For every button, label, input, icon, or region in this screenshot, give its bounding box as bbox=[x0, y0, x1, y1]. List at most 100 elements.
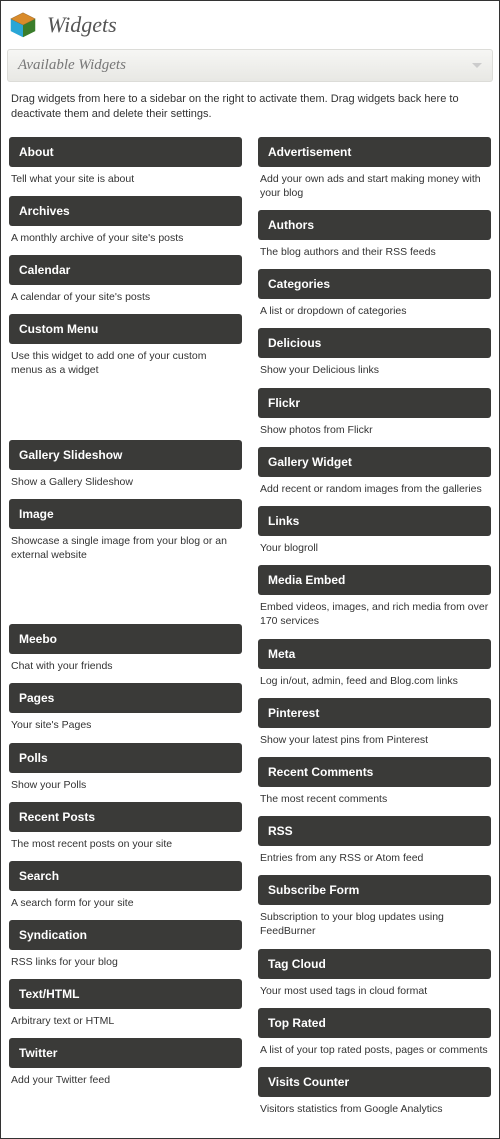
app-logo-icon bbox=[9, 11, 37, 39]
widget-item: MetaLog in/out, admin, feed and Blog.com… bbox=[258, 639, 491, 688]
widget-item: Gallery SlideshowShow a Gallery Slidesho… bbox=[9, 440, 242, 489]
widget-item: Text/HTMLArbitrary text or HTML bbox=[9, 979, 242, 1028]
widget-description: A list or dropdown of categories bbox=[258, 299, 491, 318]
widget-description: Show a Gallery Slideshow bbox=[9, 470, 242, 489]
widget-item: TwitterAdd your Twitter feed bbox=[9, 1038, 242, 1087]
widget-item: ArchivesA monthly archive of your site's… bbox=[9, 196, 242, 245]
widget-item: DeliciousShow your Delicious links bbox=[258, 328, 491, 377]
widget-description: Add your own ads and start making money … bbox=[258, 167, 491, 200]
widget-title[interactable]: Authors bbox=[258, 210, 491, 240]
widget-item: ImageShowcase a single image from your b… bbox=[9, 499, 242, 562]
widget-item: SearchA search form for your site bbox=[9, 861, 242, 910]
widget-item: MeeboChat with your friends bbox=[9, 624, 242, 673]
widget-item: Recent CommentsThe most recent comments bbox=[258, 757, 491, 806]
widget-item: Visits CounterVisitors statistics from G… bbox=[258, 1067, 491, 1116]
widget-title[interactable]: Delicious bbox=[258, 328, 491, 358]
widget-title[interactable]: Syndication bbox=[9, 920, 242, 950]
widgets-column-right: AdvertisementAdd your own ads and start … bbox=[258, 137, 491, 1126]
widget-description: Your site's Pages bbox=[9, 713, 242, 732]
widget-item: LinksYour blogroll bbox=[258, 506, 491, 555]
widget-description: RSS links for your blog bbox=[9, 950, 242, 969]
widget-description: The most recent comments bbox=[258, 787, 491, 806]
page-container: Widgets Available Widgets Drag widgets f… bbox=[0, 0, 500, 1139]
widget-description: Entries from any RSS or Atom feed bbox=[258, 846, 491, 865]
widget-item: Recent PostsThe most recent posts on you… bbox=[9, 802, 242, 851]
widgets-columns: AboutTell what your site is about Archive… bbox=[7, 137, 493, 1132]
widget-item: Gallery WidgetAdd recent or random image… bbox=[258, 447, 491, 496]
widget-title[interactable]: Recent Comments bbox=[258, 757, 491, 787]
widget-description: Your most used tags in cloud format bbox=[258, 979, 491, 998]
widget-title[interactable]: Links bbox=[258, 506, 491, 536]
column-spacer bbox=[9, 572, 242, 624]
panel-header[interactable]: Available Widgets bbox=[7, 49, 493, 82]
widget-item: CalendarA calendar of your site's posts bbox=[9, 255, 242, 304]
widget-description: Embed videos, images, and rich media fro… bbox=[258, 595, 491, 628]
widget-item: FlickrShow photos from Flickr bbox=[258, 388, 491, 437]
widget-title[interactable]: Top Rated bbox=[258, 1008, 491, 1038]
widget-description: Show photos from Flickr bbox=[258, 418, 491, 437]
widget-description: Show your latest pins from Pinterest bbox=[258, 728, 491, 747]
widget-description: Show your Polls bbox=[9, 773, 242, 792]
widget-description: Visitors statistics from Google Analytic… bbox=[258, 1097, 491, 1116]
widget-description: A calendar of your site's posts bbox=[9, 285, 242, 304]
column-spacer bbox=[9, 388, 242, 440]
widget-title[interactable]: Gallery Widget bbox=[258, 447, 491, 477]
widget-item: Tag CloudYour most used tags in cloud fo… bbox=[258, 949, 491, 998]
widget-item: SyndicationRSS links for your blog bbox=[9, 920, 242, 969]
widget-title[interactable]: Media Embed bbox=[258, 565, 491, 595]
widget-title[interactable]: Meebo bbox=[9, 624, 242, 654]
widget-item: AdvertisementAdd your own ads and start … bbox=[258, 137, 491, 200]
widget-item: PollsShow your Polls bbox=[9, 743, 242, 792]
widget-title[interactable]: Calendar bbox=[9, 255, 242, 285]
widget-title[interactable]: Polls bbox=[9, 743, 242, 773]
panel-intro: Drag widgets from here to a sidebar on t… bbox=[7, 82, 493, 137]
widget-title[interactable]: Categories bbox=[258, 269, 491, 299]
widget-description: Arbitrary text or HTML bbox=[9, 1009, 242, 1028]
widgets-column-left: AboutTell what your site is about Archive… bbox=[9, 137, 242, 1126]
widget-title[interactable]: Pages bbox=[9, 683, 242, 713]
panel-title: Available Widgets bbox=[18, 57, 126, 74]
widget-description: Use this widget to add one of your custo… bbox=[9, 344, 242, 377]
widget-title[interactable]: RSS bbox=[258, 816, 491, 846]
page-header: Widgets bbox=[7, 7, 493, 49]
widget-title[interactable]: Custom Menu bbox=[9, 314, 242, 344]
widget-title[interactable]: Meta bbox=[258, 639, 491, 669]
chevron-down-icon bbox=[472, 63, 482, 68]
widget-title[interactable]: Recent Posts bbox=[9, 802, 242, 832]
widget-description: The blog authors and their RSS feeds bbox=[258, 240, 491, 259]
widget-description: A monthly archive of your site's posts bbox=[9, 226, 242, 245]
widget-title[interactable]: Advertisement bbox=[258, 137, 491, 167]
widget-description: Show your Delicious links bbox=[258, 358, 491, 377]
widget-title[interactable]: Subscribe Form bbox=[258, 875, 491, 905]
widget-title[interactable]: Gallery Slideshow bbox=[9, 440, 242, 470]
widget-title[interactable]: Image bbox=[9, 499, 242, 529]
widget-description: The most recent posts on your site bbox=[9, 832, 242, 851]
widget-item: Top RatedA list of your top rated posts,… bbox=[258, 1008, 491, 1057]
widget-title[interactable]: About bbox=[9, 137, 242, 167]
widget-title[interactable]: Search bbox=[9, 861, 242, 891]
widget-title[interactable]: Tag Cloud bbox=[258, 949, 491, 979]
widget-item: Media EmbedEmbed videos, images, and ric… bbox=[258, 565, 491, 628]
widget-title[interactable]: Visits Counter bbox=[258, 1067, 491, 1097]
widget-item: CategoriesA list or dropdown of categori… bbox=[258, 269, 491, 318]
widget-title[interactable]: Flickr bbox=[258, 388, 491, 418]
widget-description: Subscription to your blog updates using … bbox=[258, 905, 491, 938]
widget-description: Log in/out, admin, feed and Blog.com lin… bbox=[258, 669, 491, 688]
widget-description: Tell what your site is about bbox=[9, 167, 242, 186]
widget-item: PagesYour site's Pages bbox=[9, 683, 242, 732]
widget-description: A search form for your site bbox=[9, 891, 242, 910]
widget-description: A list of your top rated posts, pages or… bbox=[258, 1038, 491, 1057]
widget-title[interactable]: Text/HTML bbox=[9, 979, 242, 1009]
widget-item: Subscribe FormSubscription to your blog … bbox=[258, 875, 491, 938]
widget-item: AboutTell what your site is about bbox=[9, 137, 242, 186]
widget-title[interactable]: Pinterest bbox=[258, 698, 491, 728]
widget-description: Your blogroll bbox=[258, 536, 491, 555]
widget-description: Showcase a single image from your blog o… bbox=[9, 529, 242, 562]
widget-item: AuthorsThe blog authors and their RSS fe… bbox=[258, 210, 491, 259]
widget-description: Chat with your friends bbox=[9, 654, 242, 673]
widget-item: PinterestShow your latest pins from Pint… bbox=[258, 698, 491, 747]
widget-description: Add recent or random images from the gal… bbox=[258, 477, 491, 496]
widget-item: RSSEntries from any RSS or Atom feed bbox=[258, 816, 491, 865]
widget-item: Custom MenuUse this widget to add one of… bbox=[9, 314, 242, 377]
widget-title[interactable]: Archives bbox=[9, 196, 242, 226]
